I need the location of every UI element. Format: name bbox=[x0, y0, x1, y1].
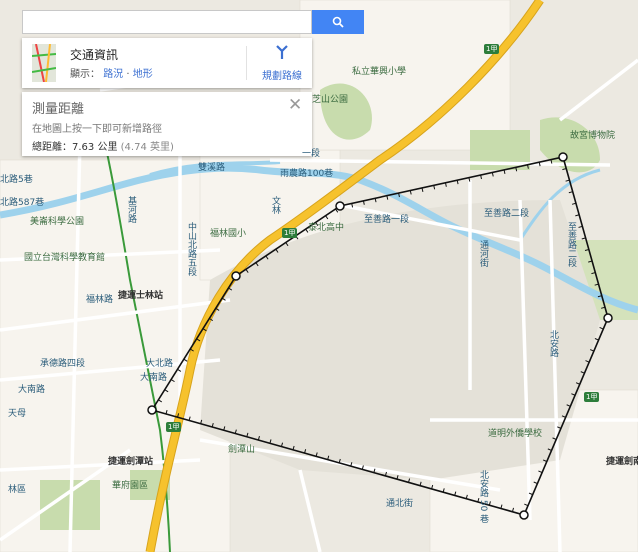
measure-point[interactable] bbox=[519, 510, 529, 520]
map-label: 中山北路五段 bbox=[186, 222, 196, 276]
search-input[interactable] bbox=[22, 10, 312, 34]
map-label: 北路5巷 bbox=[0, 175, 33, 185]
map-label: 泰北高中 bbox=[308, 223, 345, 233]
map-label: 大北路 bbox=[146, 359, 174, 369]
divider bbox=[246, 46, 247, 80]
traffic-show-row: 顯示： 路況 · 地形 bbox=[70, 65, 153, 80]
map-label: 芝山公園 bbox=[312, 95, 349, 105]
traffic-thumbnail[interactable] bbox=[32, 44, 56, 82]
map-label: 通北街 bbox=[386, 499, 414, 509]
search-button[interactable] bbox=[312, 10, 364, 34]
map-label: 林區 bbox=[8, 485, 27, 495]
measure-point[interactable] bbox=[558, 152, 568, 162]
route-shield: 1甲 bbox=[166, 422, 182, 432]
map-label: 道明外僑學校 bbox=[488, 429, 543, 439]
map-label: 福林國小 bbox=[210, 229, 247, 239]
route-shield: 1甲 bbox=[282, 228, 298, 238]
measure-distance-card: 測量距離 ✕ 在地圖上按一下即可新增路徑 總距離：7.63 公里 (4.74 英… bbox=[22, 92, 312, 156]
show-label: 顯示： bbox=[70, 69, 100, 80]
route-shield: 1甲 bbox=[584, 392, 600, 402]
close-icon[interactable]: ✕ bbox=[288, 95, 302, 115]
link-separator: · bbox=[126, 69, 130, 80]
measure-point[interactable] bbox=[231, 271, 241, 281]
map-label: 北安路 bbox=[548, 330, 558, 357]
map-label: 天母 bbox=[8, 409, 27, 419]
map-label: 至善路一段 bbox=[364, 215, 410, 225]
map-label: 雨農路100巷 bbox=[280, 169, 334, 179]
directions-icon bbox=[276, 45, 288, 59]
map-label: 私立華興小學 bbox=[352, 67, 407, 77]
map-label: 劍潭山 bbox=[228, 445, 256, 455]
map-label: 大南路 bbox=[140, 373, 168, 383]
terrain-link[interactable]: 地形 bbox=[133, 69, 153, 80]
map-label: 北安路 50 巷 bbox=[478, 470, 488, 524]
map-label: 美崙科學公園 bbox=[30, 217, 85, 227]
map-label: 至善路二段 bbox=[484, 209, 530, 219]
distance-km: 7.63 公里 bbox=[72, 142, 118, 153]
traffic-title: 交通資訊 bbox=[70, 48, 119, 62]
map-label: 基河路 bbox=[126, 196, 136, 223]
measure-hint: 在地圖上按一下即可新增路徑 bbox=[32, 124, 162, 135]
map-label: 文林 bbox=[270, 196, 280, 214]
measure-title: 測量距離 bbox=[32, 102, 85, 117]
map-label: 故宮博物院 bbox=[570, 131, 616, 141]
route-shield: 1甲 bbox=[484, 44, 500, 54]
distance-label: 總距離： bbox=[32, 142, 72, 153]
measure-point[interactable] bbox=[603, 313, 613, 323]
map-label: 至善路二段 bbox=[566, 222, 576, 267]
map-label: 福林路 bbox=[86, 295, 114, 305]
distance-miles: (4.74 英里) bbox=[120, 142, 174, 153]
measure-point[interactable] bbox=[147, 405, 157, 415]
map-label: 捷運士林站 bbox=[118, 291, 164, 301]
traffic-card: 交通資訊 顯示： 路況 · 地形 規劃路線 bbox=[22, 38, 312, 88]
traffic-link[interactable]: 路況 bbox=[103, 69, 123, 80]
map-label: 雙溪路 bbox=[198, 163, 226, 173]
map-label: 捷運劍潭站 bbox=[108, 457, 154, 467]
map-label: 通河街 bbox=[478, 240, 488, 267]
search-icon bbox=[332, 16, 344, 28]
total-distance: 總距離：7.63 公里 (4.74 英里) bbox=[32, 138, 174, 153]
map-label: 捷運劍南 bbox=[606, 457, 638, 467]
map-label: 一段 bbox=[302, 149, 321, 159]
map-label: 國立台灣科學教育館 bbox=[24, 253, 106, 263]
map-label: 承德路四段 bbox=[40, 359, 86, 369]
map-label: 華府園區 bbox=[112, 481, 149, 491]
map-label: 大南路 bbox=[18, 385, 46, 395]
map-label: 北路587巷 bbox=[0, 198, 45, 208]
measure-point[interactable] bbox=[335, 201, 345, 211]
directions-button[interactable]: 規劃路線 bbox=[254, 44, 310, 84]
directions-label: 規劃路線 bbox=[262, 71, 302, 82]
